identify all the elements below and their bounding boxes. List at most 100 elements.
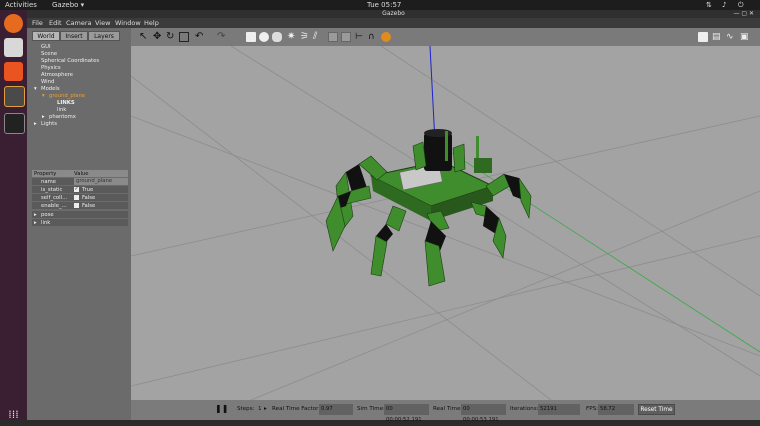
translate-mode-icon[interactable]: ✥ <box>153 32 163 42</box>
tree-expand-lights[interactable]: ▸ <box>34 121 37 127</box>
pause-button[interactable]: ❚❚ <box>215 404 228 413</box>
tree-expand-hexa[interactable]: ▸ <box>42 114 45 120</box>
tree-item-physics[interactable]: Physics <box>41 65 61 71</box>
spot-light-icon[interactable]: ⚞ <box>300 32 310 42</box>
tree-links-header: LINKS <box>57 100 75 106</box>
chevron-right-icon: ▸ <box>34 219 37 226</box>
scene-render[interactable] <box>131 46 760 400</box>
power-icon[interactable]: ⏻ <box>738 0 744 10</box>
real-time-label: Real Time: <box>433 406 463 412</box>
box-shape-icon[interactable] <box>246 32 256 42</box>
video-record-icon[interactable]: ▣ <box>740 32 750 42</box>
tree-item-lights[interactable]: Lights <box>41 121 57 127</box>
expand-pose[interactable]: ▸ pose <box>32 211 128 218</box>
redo-icon[interactable]: ↷ <box>217 32 227 42</box>
simulation-status-bar: ❚❚ Steps: 1 ▸ Real Time Factor: 0.97 Sim… <box>131 400 760 423</box>
scene-viewport[interactable] <box>131 46 760 400</box>
tab-world[interactable]: World <box>32 31 60 41</box>
undo-icon[interactable]: ↶ <box>195 32 205 42</box>
tab-layers[interactable]: Layers <box>88 31 120 41</box>
paste-icon[interactable] <box>341 32 351 42</box>
viewport-toolbar: ↖ ✥ ↻ ↶ ↷ ✷ ⚞ ⫽ ⊢ ∩ ▤ ∿ ▣ <box>131 28 760 46</box>
tree-expand-ground[interactable]: ▾ <box>42 93 45 99</box>
files-icon[interactable] <box>4 38 23 57</box>
iterations-label: Iterations: <box>510 406 539 412</box>
fps-field: 58.72 <box>598 404 634 415</box>
menu-window[interactable]: Window <box>115 18 141 28</box>
z-axis-marker <box>429 46 436 143</box>
checkbox-checked[interactable]: ✓ <box>74 187 79 192</box>
value-col-header: Value <box>74 170 89 177</box>
change-view-icon[interactable] <box>381 32 391 42</box>
sim-time-field: 00 00:00:52.191 <box>384 404 429 423</box>
property-row[interactable]: is_static ✓ True <box>32 186 128 193</box>
menu-view[interactable]: View <box>95 18 110 28</box>
plot-icon[interactable]: ∿ <box>726 32 736 42</box>
world-panel: World Insert Layers GUI Scene Spherical … <box>27 28 131 420</box>
hexapod-robot[interactable] <box>325 129 532 287</box>
terminal-icon[interactable] <box>4 113 25 134</box>
rtf-label: Real Time Factor: <box>272 406 321 412</box>
expand-link[interactable]: ▸ link <box>32 219 128 226</box>
network-icon[interactable]: ⇅ <box>706 0 712 10</box>
gazebo-icon[interactable] <box>4 86 25 107</box>
software-center-icon[interactable] <box>4 62 23 81</box>
window-title-bar: Gazebo — ▢ ✕ <box>27 10 760 18</box>
copy-icon[interactable] <box>328 32 338 42</box>
property-value: False <box>82 194 96 201</box>
menu-file[interactable]: File <box>32 18 43 28</box>
directional-light-icon[interactable]: ⫽ <box>313 32 323 42</box>
firefox-icon[interactable] <box>4 14 23 33</box>
clock[interactable]: Tue 05:57 <box>367 0 401 10</box>
activities-button[interactable]: Activities <box>5 0 37 10</box>
y-axis-marker <box>434 141 760 353</box>
log-icon[interactable]: ▤ <box>712 32 722 42</box>
property-row[interactable]: self_coll... False <box>32 194 128 201</box>
tree-expand-models[interactable]: ▾ <box>34 86 37 92</box>
volume-icon[interactable]: ♪ <box>722 0 726 10</box>
point-light-icon[interactable]: ✷ <box>287 32 297 42</box>
tree-item-scene[interactable]: Scene <box>41 51 57 57</box>
scale-mode-icon[interactable] <box>179 32 189 42</box>
menu-help[interactable]: Help <box>144 18 159 28</box>
property-row[interactable]: name ground_plane <box>32 178 128 185</box>
apps-grid-icon[interactable]: ⁞⁞⁞ <box>4 405 23 424</box>
align-icon[interactable]: ⊢ <box>355 32 365 42</box>
dock: ⁞⁞⁞ <box>0 10 27 421</box>
checkbox[interactable] <box>74 203 79 208</box>
step-arrow-icon[interactable]: ▸ <box>264 406 267 412</box>
window-title: Gazebo <box>382 10 405 17</box>
menu-bar: File Edit Camera View Window Help <box>27 18 760 28</box>
tree-item-spherical[interactable]: Spherical Coordinates <box>41 58 99 64</box>
property-value[interactable]: ground_plane <box>74 178 128 185</box>
tree-item-wind[interactable]: Wind <box>41 79 54 85</box>
screenshot-icon[interactable] <box>698 32 708 42</box>
tree-item-link[interactable]: link <box>57 107 66 113</box>
steps-label: Steps: <box>237 406 255 412</box>
sim-time-label: Sim Time: <box>357 406 385 412</box>
tree-item-models[interactable]: Models <box>41 86 60 92</box>
tree-item-gui[interactable]: GUI <box>41 44 51 50</box>
rotate-mode-icon[interactable]: ↻ <box>166 32 176 42</box>
app-menu-button[interactable]: Gazebo ▾ <box>52 0 84 10</box>
snap-icon[interactable]: ∩ <box>368 32 378 42</box>
property-name: self_coll... <box>41 194 68 201</box>
sphere-shape-icon[interactable] <box>259 32 269 42</box>
real-time-field: 00 00:00:53.191 <box>461 404 506 423</box>
property-row[interactable]: enable_... False <box>32 202 128 209</box>
menu-edit[interactable]: Edit <box>49 18 62 28</box>
property-name: enable_... <box>41 202 67 209</box>
tree-item-atmosphere[interactable]: Atmosphere <box>41 72 73 78</box>
property-col-header: Property <box>34 170 57 177</box>
steps-value[interactable]: 1 <box>258 406 262 412</box>
tree-item-hexapod[interactable]: phantomx <box>49 114 76 120</box>
checkbox[interactable] <box>74 195 79 200</box>
cylinder-shape-icon[interactable] <box>272 32 282 42</box>
menu-camera[interactable]: Camera <box>66 18 92 28</box>
reset-time-button[interactable]: Reset Time <box>638 404 675 415</box>
select-mode-icon[interactable]: ↖ <box>139 32 149 42</box>
tree-item-ground-plane[interactable]: ground_plane <box>49 93 85 99</box>
tab-insert[interactable]: Insert <box>60 31 88 41</box>
window-controls[interactable]: — ▢ ✕ <box>733 10 754 18</box>
system-top-bar: Activities Gazebo ▾ Tue 05:57 ⇅ ♪ ⏻ <box>0 0 760 10</box>
